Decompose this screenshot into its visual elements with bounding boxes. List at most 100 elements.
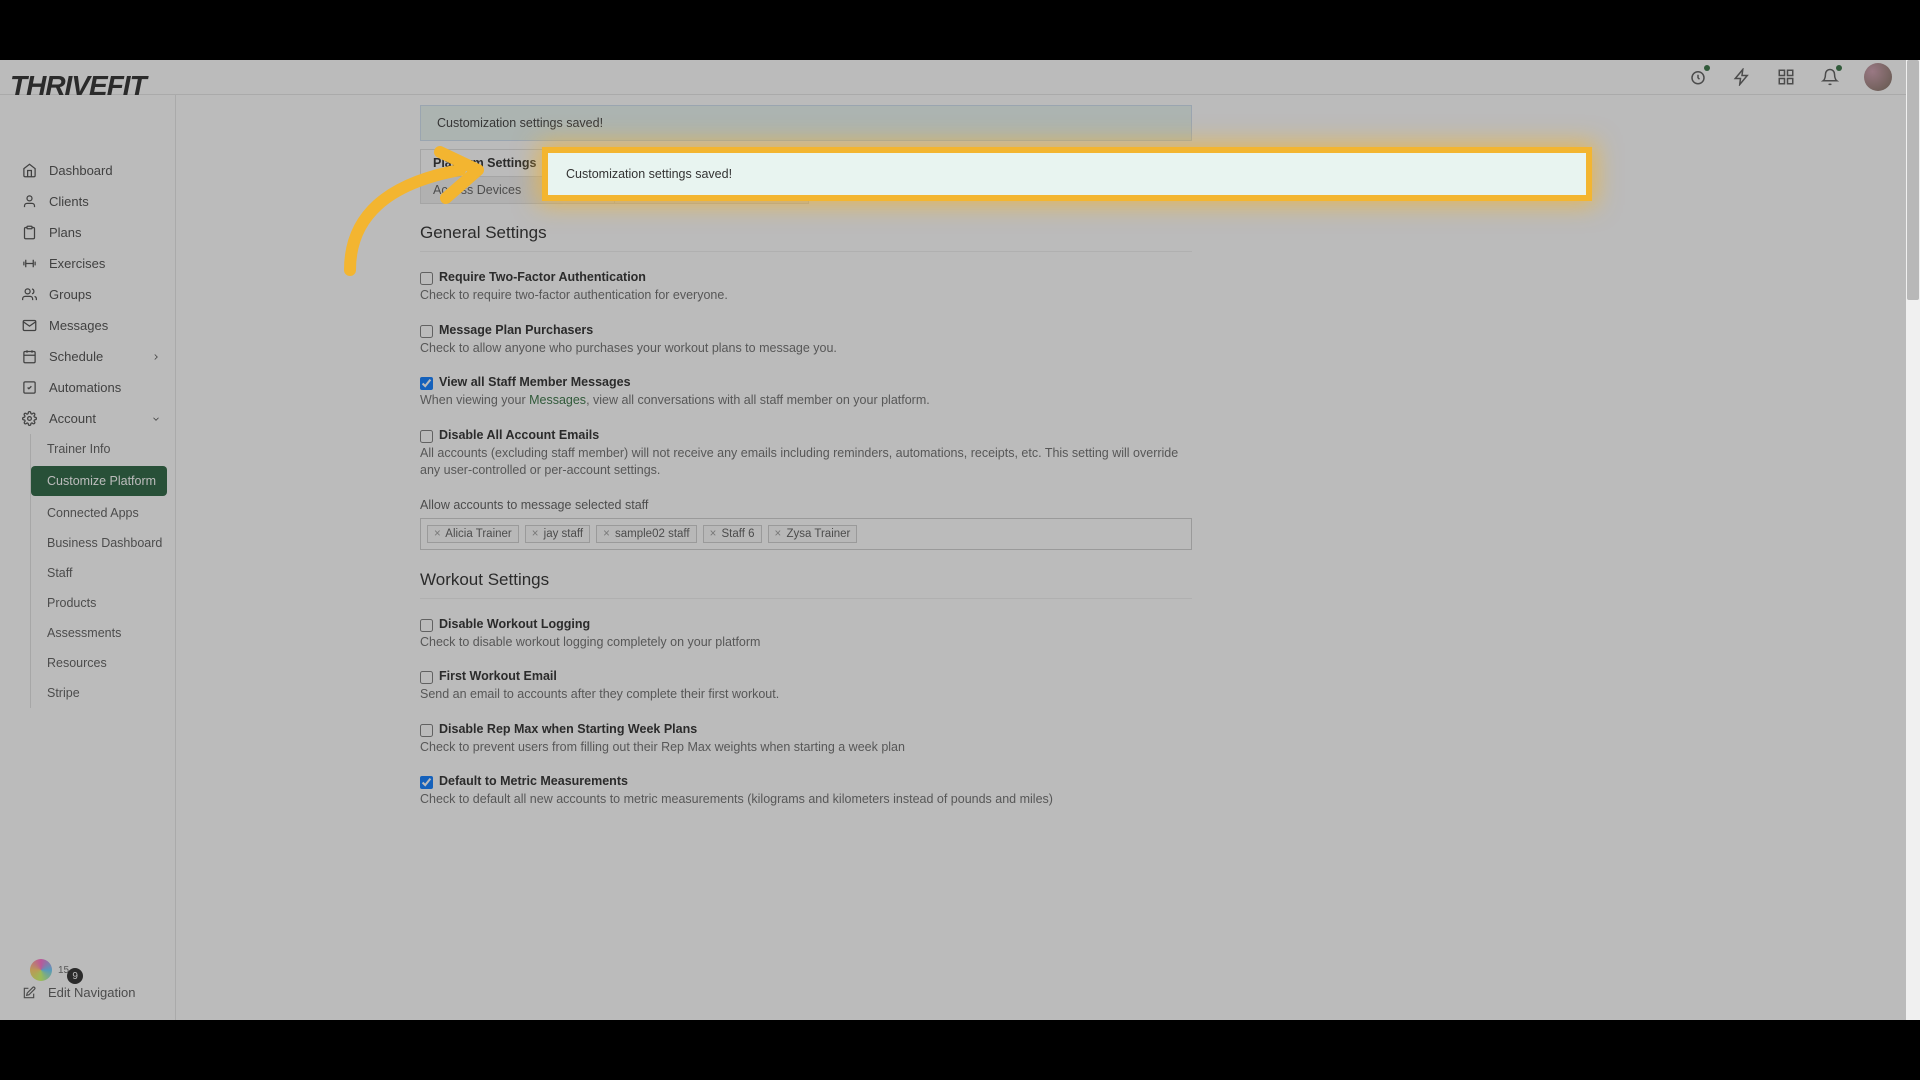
sidebar-item-messages[interactable]: Messages	[0, 310, 175, 341]
checkbox[interactable]	[420, 724, 433, 737]
staff-tag[interactable]: × Alicia Trainer	[427, 525, 519, 543]
sidebar-sub-trainer-info[interactable]: Trainer Info	[31, 434, 175, 464]
clipboard-icon	[22, 225, 37, 240]
scrollbar-thumb[interactable]	[1907, 60, 1919, 300]
setting-label: Message Plan Purchasers	[439, 323, 593, 337]
remove-tag-icon[interactable]: ×	[434, 528, 441, 540]
staff-tag[interactable]: × Zysa Trainer	[768, 525, 858, 543]
section-workout-title: Workout Settings	[420, 570, 1192, 590]
remove-tag-icon[interactable]: ×	[532, 528, 539, 540]
letterbox-bottom	[0, 1020, 1920, 1080]
sidebar-item-label: Account	[49, 411, 96, 426]
setting-desc: Check to require two-factor authenticati…	[420, 287, 1192, 305]
setting-desc: Send an email to accounts after they com…	[420, 686, 1192, 704]
sidebar-item-dashboard[interactable]: Dashboard	[0, 155, 175, 186]
sidebar-item-schedule[interactable]: Schedule	[0, 341, 175, 372]
badge-count: 9	[67, 968, 83, 984]
mail-icon	[22, 318, 37, 333]
sidebar-item-clients[interactable]: Clients	[0, 186, 175, 217]
checkbox[interactable]	[420, 776, 433, 789]
sidebar-sub-products[interactable]: Products	[31, 588, 175, 618]
timer-dot	[1704, 65, 1710, 71]
setting-label: Require Two-Factor Authentication	[439, 270, 646, 284]
remove-tag-icon[interactable]: ×	[710, 528, 717, 540]
setting-desc: Check to disable workout logging complet…	[420, 634, 1192, 652]
checkbox[interactable]	[420, 671, 433, 684]
logo-thin: FIT	[107, 70, 146, 101]
timer-icon[interactable]	[1688, 67, 1708, 87]
logo-bold: THRIVE	[10, 70, 107, 101]
setting-label: Default to Metric Measurements	[439, 774, 628, 788]
remove-tag-icon[interactable]: ×	[775, 528, 782, 540]
setting-message-plan-purchasers: Message Plan Purchasers Check to allow an…	[420, 323, 1192, 358]
sidebar-item-automations[interactable]: Automations	[0, 372, 175, 403]
setting-default-to-metric-measurements: Default to Metric Measurements Check to d…	[420, 774, 1192, 809]
sidebar: Dashboard Clients Plans Exercises Groups Mess…	[0, 95, 176, 1020]
sidebar-sub-customize-platform[interactable]: Customize Platform	[31, 466, 167, 496]
content-column: Customization settings saved! Platform S…	[420, 95, 1192, 809]
setting-desc: Check to default all new accounts to met…	[420, 791, 1192, 809]
bell-dot	[1836, 65, 1842, 71]
dumbbell-icon	[22, 256, 37, 271]
sidebar-sub-staff[interactable]: Staff	[31, 558, 175, 588]
checkbox[interactable]	[420, 430, 433, 443]
lightning-icon[interactable]	[1732, 67, 1752, 87]
sidebar-sub-assessments[interactable]: Assessments	[31, 618, 175, 648]
staff-tag[interactable]: × Staff 6	[703, 525, 762, 543]
sidebar-item-label: Schedule	[49, 349, 103, 364]
section-general-title: General Settings	[420, 223, 1192, 243]
app-window: THRIVEFIT Dashboard Clients Plans Exercises…	[0, 60, 1920, 1020]
checkbox[interactable]	[420, 377, 433, 390]
setting-desc: All accounts (excluding staff member) wi…	[420, 445, 1192, 480]
checkbox[interactable]	[420, 325, 433, 338]
account-submenu: Trainer InfoCustomize PlatformConnected …	[30, 434, 175, 708]
messages-link[interactable]: Messages	[529, 393, 586, 407]
sidebar-sub-stripe[interactable]: Stripe	[31, 678, 175, 708]
setting-disable-all-account-emails: Disable All Account Emails All accounts (…	[420, 428, 1192, 480]
setting-disable-workout-logging: Disable Workout LoggingCheck to disable …	[420, 617, 1192, 652]
sidebar-sub-business-dashboard[interactable]: Business Dashboard	[31, 528, 175, 558]
staff-tag-input[interactable]: × Alicia Trainer × jay staff × sample02 st…	[420, 518, 1192, 550]
home-icon	[22, 163, 37, 178]
sidebar-item-label: Dashboard	[49, 163, 113, 178]
sidebar-item-groups[interactable]: Groups	[0, 279, 175, 310]
main-content: Customization settings saved! Platform S…	[176, 95, 1920, 1020]
staff-tag[interactable]: × jay staff	[525, 525, 590, 543]
sidebar-item-label: Clients	[49, 194, 89, 209]
avatar[interactable]	[1864, 63, 1892, 91]
setting-desc: Check to prevent users from filling out …	[420, 739, 1192, 757]
gear-icon	[22, 411, 37, 426]
sidebar-sub-connected-apps[interactable]: Connected Apps	[31, 498, 175, 528]
remove-tag-icon[interactable]: ×	[603, 528, 610, 540]
sidebar-item-label: Automations	[49, 380, 121, 395]
highlighted-alert: Customization settings saved!	[542, 147, 1592, 201]
checkbox[interactable]	[420, 272, 433, 285]
sidebar-item-label: Messages	[49, 318, 108, 333]
edit-navigation[interactable]: Edit Navigation	[0, 977, 175, 1008]
calendar-icon	[22, 349, 37, 364]
bell-icon[interactable]	[1820, 67, 1840, 87]
grid-icon[interactable]	[1776, 67, 1796, 87]
setting-require-two-factor-authentication: Require Two-Factor Authentication Check t…	[420, 270, 1192, 305]
topbar	[0, 60, 1920, 95]
body: Dashboard Clients Plans Exercises Groups Mess…	[0, 95, 1920, 1020]
sidebar-sub-resources[interactable]: Resources	[31, 648, 175, 678]
setting-disable-rep-max-when-starting-week-plans: Disable Rep Max when Starting Week Plans…	[420, 722, 1192, 757]
sidebar-item-exercises[interactable]: Exercises	[0, 248, 175, 279]
sidebar-item-plans[interactable]: Plans	[0, 217, 175, 248]
setting-label: Disable All Account Emails	[439, 428, 599, 442]
setting-label: View all Staff Member Messages	[439, 375, 631, 389]
chevron-right-icon	[151, 352, 161, 362]
divider	[420, 251, 1192, 252]
logo: THRIVEFIT	[10, 70, 170, 102]
setting-desc: When viewing your Messages, view all con…	[420, 392, 1192, 410]
sidebar-item-account[interactable]: Account	[0, 403, 175, 434]
floating-badge[interactable]: 15 9	[30, 956, 83, 984]
setting-desc: Check to allow anyone who purchases your…	[420, 340, 1192, 358]
scrollbar[interactable]	[1906, 60, 1920, 1020]
staff-tag[interactable]: × sample02 staff	[596, 525, 697, 543]
setting-label: First Workout Email	[439, 669, 557, 683]
sidebar-item-label: Plans	[49, 225, 82, 240]
checkbox[interactable]	[420, 619, 433, 632]
sidebar-item-label: Exercises	[49, 256, 105, 271]
